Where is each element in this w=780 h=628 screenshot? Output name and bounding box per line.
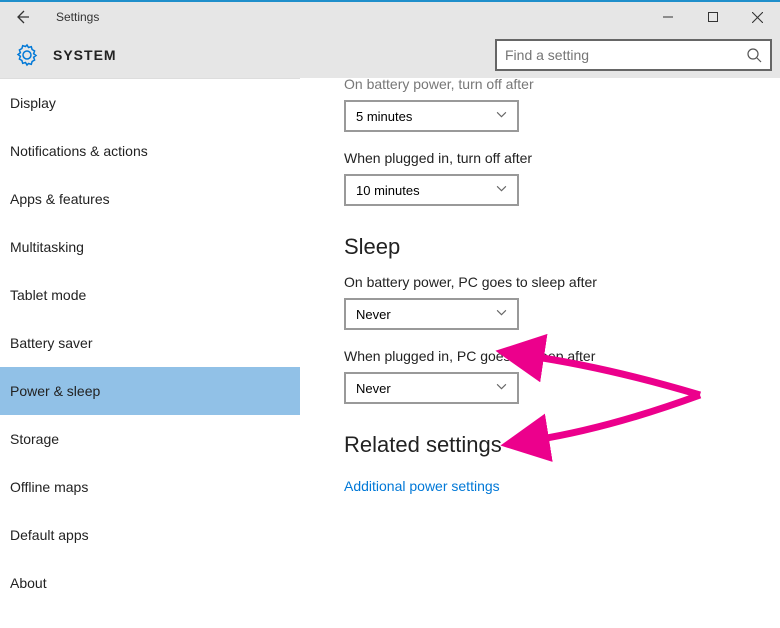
sidebar-item-offline-maps[interactable]: Offline maps [0, 463, 300, 511]
chevron-down-icon [496, 183, 507, 197]
related-heading: Related settings [344, 432, 780, 458]
search-icon [746, 47, 762, 63]
chevron-down-icon [496, 307, 507, 321]
sidebar-item-notifications-actions[interactable]: Notifications & actions [0, 127, 300, 175]
sleep-battery-label: On battery power, PC goes to sleep after [344, 274, 780, 290]
sidebar-item-default-apps[interactable]: Default apps [0, 511, 300, 559]
screen-battery-dropdown[interactable]: 5 minutes [344, 100, 519, 132]
chevron-down-icon [496, 381, 507, 395]
titlebar: Settings [0, 2, 780, 32]
gear-icon [15, 43, 39, 67]
close-icon [752, 12, 763, 23]
sidebar: Display Notifications & actions Apps & fea… [0, 78, 300, 628]
sidebar-item-display[interactable]: Display [0, 79, 300, 127]
sidebar-item-label: Power & sleep [10, 383, 100, 399]
search-input[interactable] [505, 47, 746, 63]
sidebar-item-battery-saver[interactable]: Battery saver [0, 319, 300, 367]
sleep-battery-dropdown[interactable]: Never [344, 298, 519, 330]
additional-power-settings-link[interactable]: Additional power settings [344, 478, 500, 494]
sidebar-item-label: Battery saver [10, 335, 92, 351]
chevron-down-icon [496, 109, 507, 123]
search-box[interactable] [495, 39, 772, 71]
sidebar-item-label: Multitasking [10, 239, 84, 255]
sidebar-item-apps-features[interactable]: Apps & features [0, 175, 300, 223]
screen-plugged-dropdown[interactable]: 10 minutes [344, 174, 519, 206]
sleep-plugged-label: When plugged in, PC goes to sleep after [344, 348, 780, 364]
sleep-heading: Sleep [344, 234, 780, 260]
maximize-icon [708, 12, 718, 22]
sidebar-item-label: Default apps [10, 527, 89, 543]
sidebar-item-label: Apps & features [10, 191, 110, 207]
close-button[interactable] [735, 2, 780, 32]
sidebar-item-label: Storage [10, 431, 59, 447]
sidebar-item-power-sleep[interactable]: Power & sleep [0, 367, 300, 415]
dropdown-value: Never [356, 381, 496, 396]
window-title: Settings [56, 10, 99, 24]
sidebar-item-label: Tablet mode [10, 287, 86, 303]
sleep-plugged-dropdown[interactable]: Never [344, 372, 519, 404]
sidebar-item-multitasking[interactable]: Multitasking [0, 223, 300, 271]
maximize-button[interactable] [690, 2, 735, 32]
sidebar-item-tablet-mode[interactable]: Tablet mode [0, 271, 300, 319]
category-title: SYSTEM [53, 47, 117, 63]
screen-battery-label: On battery power, turn off after [344, 78, 780, 92]
sidebar-item-label: About [10, 575, 47, 591]
sidebar-item-about[interactable]: About [0, 559, 300, 607]
sidebar-item-label: Display [10, 95, 56, 111]
dropdown-value: 10 minutes [356, 183, 496, 198]
sidebar-item-label: Offline maps [10, 479, 88, 495]
content-area: On battery power, turn off after 5 minut… [300, 78, 780, 628]
screen-plugged-label: When plugged in, turn off after [344, 150, 780, 166]
sidebar-item-storage[interactable]: Storage [0, 415, 300, 463]
dropdown-value: Never [356, 307, 496, 322]
dropdown-value: 5 minutes [356, 109, 496, 124]
back-button[interactable] [10, 5, 34, 29]
minimize-icon [663, 12, 673, 22]
minimize-button[interactable] [645, 2, 690, 32]
arrow-left-icon [12, 7, 32, 27]
sidebar-item-label: Notifications & actions [10, 143, 148, 159]
header: SYSTEM [0, 32, 780, 78]
